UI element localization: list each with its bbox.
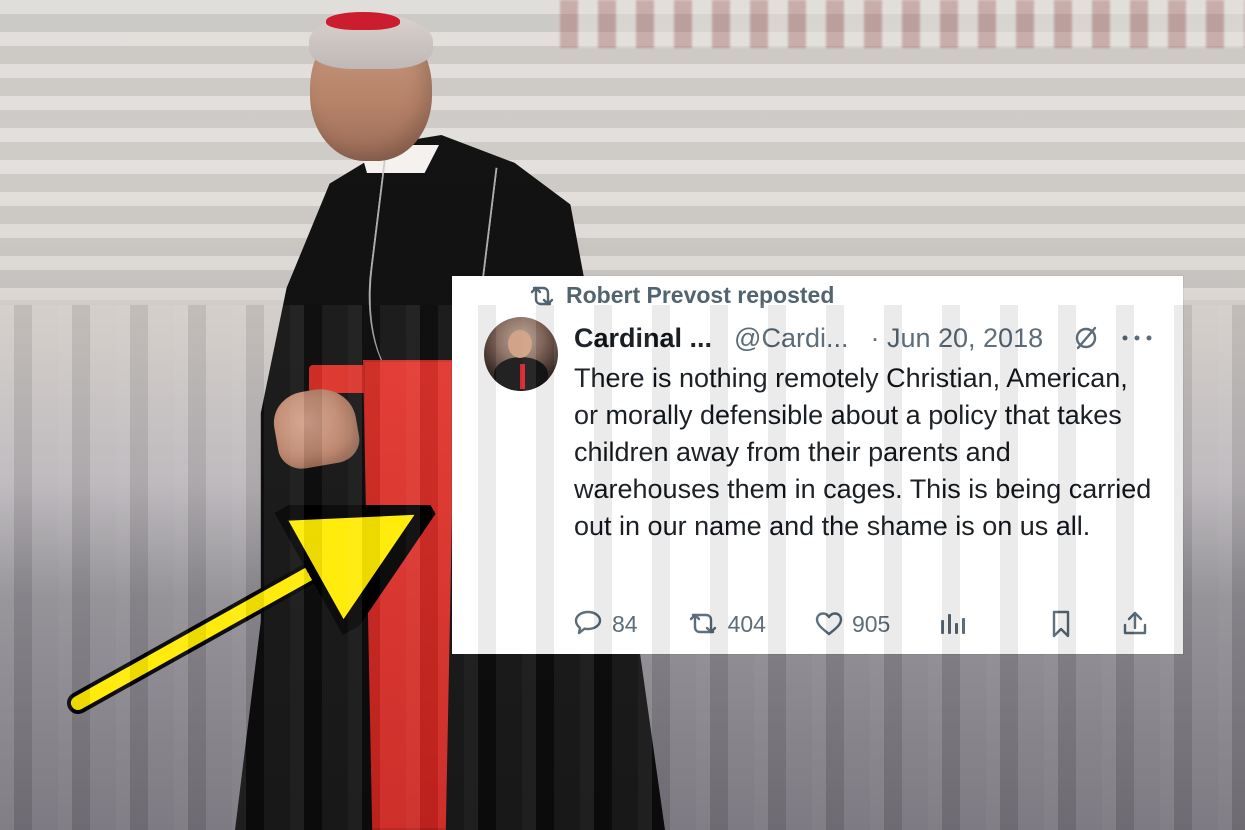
more-icon[interactable]: [1121, 333, 1153, 343]
repost-label: Robert Prevost reposted: [566, 282, 835, 308]
tweet-actions: 84 404 905: [574, 608, 1149, 640]
user-handle[interactable]: @Cardi...: [734, 323, 848, 354]
header-icons: [1071, 323, 1153, 353]
reply-count: 84: [612, 610, 638, 637]
reply-icon: [574, 610, 604, 638]
repost-count: 404: [727, 610, 766, 637]
bookmark-action[interactable]: [1049, 609, 1073, 639]
tweet-header: Cardinal ... @Cardi... · Jun 20, 2018: [574, 318, 1155, 358]
heart-icon: [814, 610, 844, 638]
repost-card[interactable]: Robert Prevost reposted Cardinal ... @Ca…: [452, 276, 1183, 654]
avatar-sash: [520, 364, 525, 389]
reply-action[interactable]: 84: [574, 610, 638, 638]
share-icon: [1121, 609, 1149, 639]
bookmark-icon: [1049, 609, 1073, 639]
avatar[interactable]: [484, 317, 558, 391]
red-zucchetto: [326, 12, 400, 30]
share-action[interactable]: [1121, 609, 1149, 639]
avatar-body: [494, 357, 548, 391]
avatar-face: [508, 330, 532, 358]
views-action[interactable]: [938, 610, 966, 638]
repost-icon: [686, 610, 720, 638]
folded-hands: [269, 383, 363, 473]
post-date[interactable]: · Jun 20, 2018: [870, 323, 1043, 354]
photo-background: Robert Prevost reposted Cardinal ... @Ca…: [0, 0, 1245, 830]
display-name[interactable]: Cardinal ...: [574, 323, 712, 354]
views-icon: [938, 610, 966, 638]
pectoral-cross: [413, 375, 433, 399]
person-photo: [235, 0, 665, 830]
like-count: 905: [851, 610, 891, 637]
like-action[interactable]: 905: [814, 610, 890, 638]
red-sash-top: [309, 365, 459, 393]
red-sash: [363, 360, 455, 830]
repost-icon: [528, 284, 556, 308]
tweet-text: There is nothing remotely Christian, Ame…: [574, 363, 1152, 541]
repost-action[interactable]: 404: [686, 610, 766, 638]
repost-header: Robert Prevost reposted: [528, 282, 834, 309]
yellow-arrow-icon: [67, 505, 450, 714]
slashed-circle-icon[interactable]: [1071, 323, 1101, 353]
